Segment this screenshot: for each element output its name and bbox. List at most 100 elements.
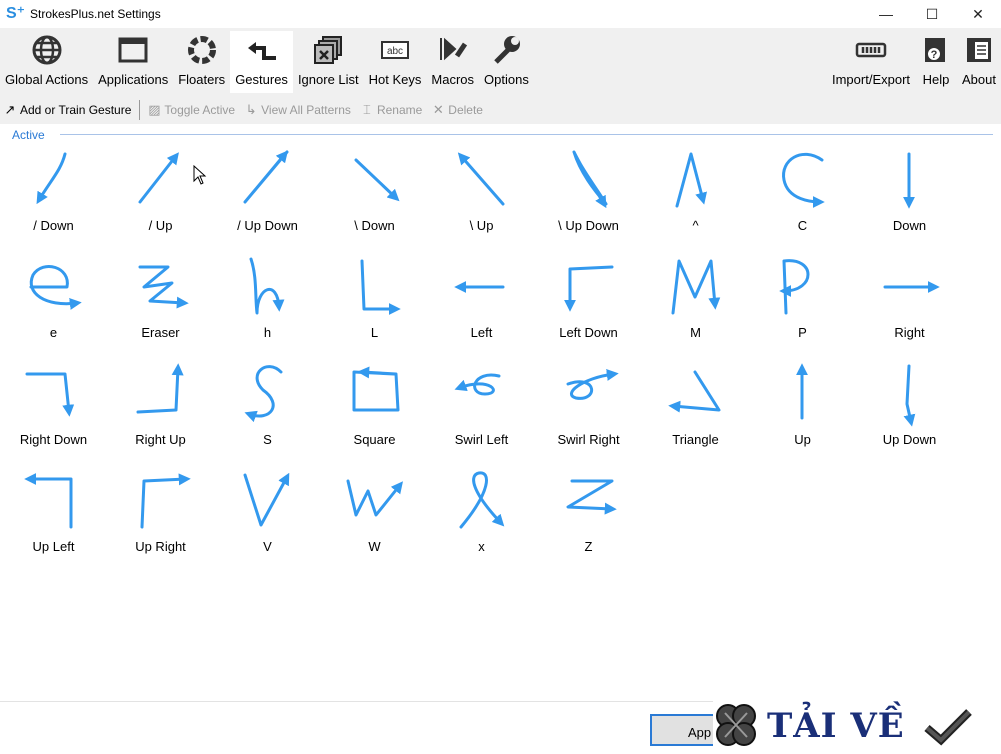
gesture-item[interactable]: Eraser (107, 257, 214, 364)
gesture-stroke-icon (454, 281, 505, 293)
ribbon-options-button[interactable]: Options (479, 31, 534, 93)
minimize-button[interactable]: — (863, 0, 909, 28)
gesture-item[interactable]: Left Down (535, 257, 642, 364)
ribbon-label: Help (922, 72, 950, 87)
gesture-item[interactable]: S (214, 364, 321, 471)
gesture-stroke-icon (566, 479, 617, 515)
gesture-stroke-icon (796, 363, 808, 420)
toggle-active-button[interactable]: ▨ Toggle Active (146, 102, 235, 118)
gesture-name: ^ (692, 218, 699, 233)
ribbon-macros-button[interactable]: Macros (426, 31, 479, 93)
macros-icon (439, 37, 467, 61)
gesture-item[interactable]: Up Left (0, 471, 107, 578)
ribbon-import-export-button[interactable]: Import/Export (827, 31, 915, 93)
gesture-item[interactable]: C (749, 150, 856, 257)
mouse-cursor-icon (193, 165, 207, 185)
gesture-name: \ Up Down (558, 218, 619, 233)
gesture-stroke-icon (459, 471, 505, 529)
gesture-item[interactable]: / Up Down (214, 150, 321, 257)
ribbon-label: Hot Keys (368, 72, 422, 87)
ribbon-help-button[interactable]: ? Help (915, 31, 957, 93)
ribbon-label: Ignore List (297, 72, 359, 87)
gesture-name: P (798, 325, 807, 340)
watermark-logo: TẢI VỀ (713, 697, 1001, 754)
gesture-name: C (797, 218, 808, 233)
ribbon-global-actions-button[interactable]: Global Actions (0, 31, 93, 93)
ribbon-label: About (962, 72, 996, 87)
gesture-item[interactable]: Right (856, 257, 963, 364)
gesture-name: / Down (33, 218, 74, 233)
gesture-item[interactable]: Up (749, 363, 856, 471)
gesture-item[interactable]: L (321, 257, 428, 364)
gesture-stroke-icon (903, 152, 915, 209)
window-icon (118, 37, 148, 63)
delete-button[interactable]: ✕ Delete (430, 102, 483, 118)
view-all-patterns-button[interactable]: ↳ View All Patterns (243, 102, 351, 118)
gesture-name: Right Down (19, 432, 88, 447)
floaters-ring-icon (187, 36, 216, 64)
maximize-button[interactable]: ☐ (909, 0, 955, 28)
gesture-item[interactable]: V (214, 471, 321, 578)
gesture-item[interactable]: Down (856, 150, 963, 257)
gesture-item[interactable]: \ Down (321, 150, 428, 257)
gesture-item[interactable]: W (321, 471, 428, 578)
gesture-item[interactable]: e (0, 257, 107, 364)
gesture-item[interactable]: Square (321, 364, 428, 471)
gesture-item[interactable]: / Down (0, 150, 107, 257)
gesture-item[interactable]: Z (535, 471, 642, 578)
gesture-stroke-icon (138, 152, 179, 204)
rename-button[interactable]: ⌶ Rename (359, 102, 422, 118)
ribbon-label: Macros (431, 72, 475, 87)
gesture-item[interactable]: Left (428, 257, 535, 364)
gesture-item[interactable]: \ Up (428, 150, 535, 257)
gesture-stroke-icon (671, 259, 721, 315)
delete-icon: ✕ (432, 102, 444, 117)
gesture-arrow-icon (247, 42, 276, 60)
add-train-gesture-button[interactable]: ↗ Add or Train Gesture (2, 102, 132, 118)
gesture-item[interactable]: Swirl Left (428, 364, 535, 471)
ribbon-applications-button[interactable]: Applications (93, 31, 173, 93)
gesture-name: Z (584, 539, 593, 554)
window-title: StrokesPlus.net Settings (30, 7, 161, 21)
gesture-item[interactable]: Right Up (107, 363, 214, 471)
gesture-item[interactable]: ^ (642, 150, 749, 257)
gesture-stroke-icon (243, 472, 290, 527)
ribbon-hot-keys-button[interactable]: abc Hot Keys (364, 31, 427, 93)
gesture-item[interactable]: x (428, 471, 535, 578)
close-button[interactable]: ✕ (955, 0, 1001, 28)
ribbon-gestures-button[interactable]: Gestures (230, 31, 293, 93)
gesture-name: Up Right (135, 539, 186, 554)
ribbon-floaters-button[interactable]: Floaters (173, 31, 230, 93)
gesture-item[interactable]: \ Up Down (535, 150, 642, 257)
ribbon-ignore-list-button[interactable]: Ignore List (293, 31, 364, 93)
gesture-item[interactable]: M (642, 257, 749, 364)
title-bar: S⁺ StrokesPlus.net Settings (0, 0, 1001, 28)
gesture-item[interactable]: Up Down (856, 364, 963, 471)
gesture-stroke-icon (346, 479, 403, 517)
gesture-name: \ Up (469, 218, 494, 233)
ignore-windows-icon (314, 36, 343, 64)
rename-icon: ⌶ (363, 102, 371, 117)
gesture-name: Up Down (882, 432, 937, 447)
active-group-header: Active (8, 128, 993, 142)
gesture-item[interactable]: P (749, 257, 856, 364)
gesture-item[interactable]: Swirl Right (535, 364, 642, 471)
gesture-stroke-icon (564, 265, 614, 312)
gesture-stroke-icon (457, 152, 505, 206)
gesture-item[interactable]: Up Right (107, 471, 214, 578)
gesture-stroke-icon (675, 152, 707, 208)
gesture-name: Right Up (135, 432, 186, 447)
gesture-stroke-icon (36, 152, 67, 205)
gesture-name: Square (353, 432, 396, 447)
ribbon-about-button[interactable]: About (957, 31, 1001, 93)
gesture-stroke-icon (352, 366, 400, 412)
gesture-item[interactable]: Triangle (642, 364, 749, 471)
gesture-name: h (263, 325, 272, 340)
gesture-stroke-icon (883, 281, 940, 293)
gesture-name: \ Down (354, 218, 395, 233)
gesture-item[interactable]: h (214, 257, 321, 364)
gesture-item[interactable]: Right Down (0, 364, 107, 471)
wrench-icon (494, 36, 521, 64)
gesture-stroke-icon (138, 265, 189, 309)
help-icon: ? (925, 38, 946, 62)
